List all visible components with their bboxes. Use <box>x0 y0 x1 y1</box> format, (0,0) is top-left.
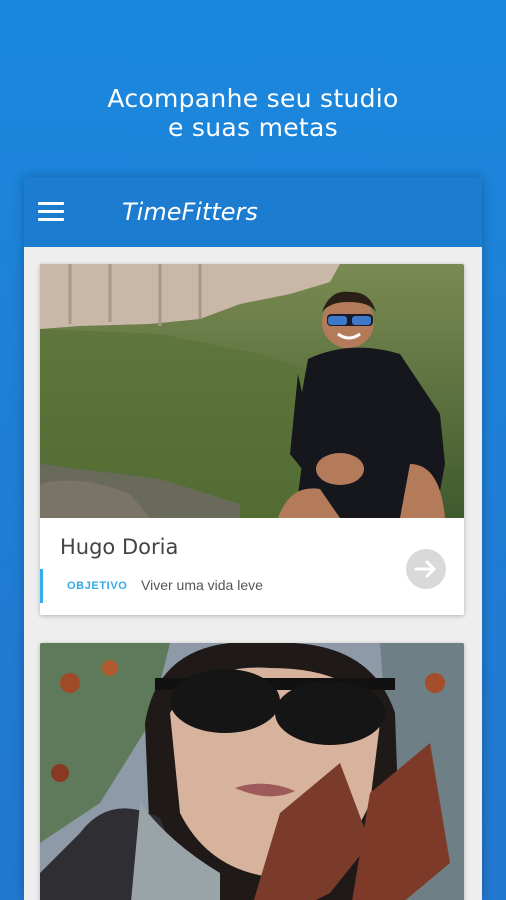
goal-accent-bar <box>40 569 43 603</box>
phone-screen: TimeFitters Hugo Doria OBJETIVO Viver um… <box>24 177 482 900</box>
profile-card[interactable] <box>40 643 464 900</box>
goal-text: Viver uma vida leve <box>141 577 263 593</box>
app-title: TimeFitters <box>122 198 258 226</box>
arrow-right-icon[interactable] <box>406 549 446 589</box>
hamburger-menu-icon[interactable] <box>38 202 64 222</box>
goal-label: OBJETIVO <box>67 580 128 592</box>
member-name: Hugo Doria <box>60 535 179 559</box>
profile-photo <box>40 264 464 518</box>
promo-headline: Acompanhe seu studio e suas metas <box>0 84 506 142</box>
headline-line-1: Acompanhe seu studio <box>107 84 399 113</box>
headline-line-2: e suas metas <box>168 113 338 142</box>
profile-card[interactable]: Hugo Doria OBJETIVO Viver uma vida leve <box>40 264 464 615</box>
portrait-photo <box>40 643 464 900</box>
app-bar: TimeFitters <box>24 177 482 247</box>
